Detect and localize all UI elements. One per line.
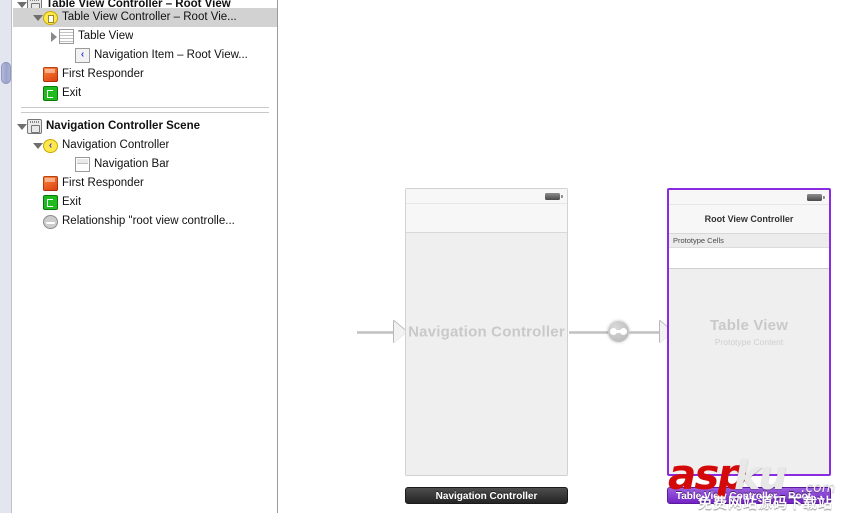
battery-icon: [545, 193, 563, 200]
scene-icon: [27, 0, 42, 8]
outline-row[interactable]: ‹ Navigation Item – Root View...: [13, 46, 277, 65]
disclosure-triangle-icon[interactable]: [16, 0, 27, 8]
disclosure-triangle-icon[interactable]: [32, 8, 43, 27]
view-controller-icon: [43, 10, 58, 25]
navigation-controller-device[interactable]: Navigation Controller: [405, 188, 568, 476]
disclosure-triangle-icon[interactable]: [16, 117, 27, 136]
status-bar: [669, 190, 829, 205]
outline-row[interactable]: Table View Controller – Root Vie...: [13, 8, 277, 27]
outline-row-label: Navigation Item – Root View...: [94, 49, 248, 61]
navigation-controller-placeholder-title: Navigation Controller: [408, 323, 565, 341]
outline-row[interactable]: Table View Controller – Root View: [13, 0, 277, 8]
outline-row[interactable]: First Responder: [13, 174, 277, 193]
outline-scrollbar-track[interactable]: [0, 0, 12, 513]
relationship-badge-dot-right: [620, 328, 627, 335]
entry-point-line: [357, 331, 397, 334]
storyboard-editor-window: Table View Controller – Root View Table V…: [0, 0, 842, 513]
outline-row-label: Navigation Bar: [94, 158, 170, 170]
outline-separator: [21, 112, 269, 113]
relationship-badge-dot-left: [610, 328, 617, 335]
outline-row-label: First Responder: [62, 177, 144, 189]
table-view-placeholder-subtitle: Prototype Content: [714, 337, 784, 347]
outline-scrollbar-thumb[interactable]: [1, 62, 11, 84]
document-outline-list[interactable]: Table View Controller – Root View Table V…: [13, 0, 277, 231]
navigation-controller-placeholder: Navigation Controller: [406, 324, 567, 341]
outline-row-label: Table View Controller – Root View: [46, 0, 231, 8]
relationship-segue-line-left[interactable]: [569, 331, 609, 334]
table-view-controller-device[interactable]: Root View Controller Prototype Cells Tab…: [667, 188, 831, 476]
navigation-bar[interactable]: Root View Controller: [669, 205, 829, 234]
outline-separator: [21, 107, 269, 108]
status-bar: [406, 189, 567, 204]
table-view-icon: [59, 29, 74, 44]
scene-icon: [27, 119, 42, 134]
first-responder-icon: [43, 67, 58, 82]
outline-row-label: Exit: [62, 196, 82, 208]
outline-row[interactable]: Navigation Controller Scene: [13, 117, 277, 136]
outline-row[interactable]: Relationship "root view controlle...: [13, 212, 277, 231]
outline-row[interactable]: Navigation Bar: [13, 155, 277, 174]
exit-icon: [43, 195, 58, 210]
navigation-controller-icon: ‹: [43, 138, 58, 153]
outline-row[interactable]: Exit: [13, 193, 277, 212]
table-view-placeholder: Table View Prototype Content: [669, 317, 829, 347]
outline-row[interactable]: Table View: [13, 27, 277, 46]
outline-row-label: Table View: [78, 30, 134, 42]
outline-row-label: Navigation Controller Scene: [46, 120, 201, 132]
exit-icon: [43, 86, 58, 101]
prototype-cell[interactable]: [669, 248, 829, 269]
disclosure-triangle-icon[interactable]: [32, 136, 43, 155]
relationship-icon: [43, 214, 58, 229]
prototype-cells-header: Prototype Cells: [669, 234, 829, 248]
relationship-segue-line-right[interactable]: [628, 331, 662, 334]
outline-row[interactable]: ‹ Navigation Controller: [13, 136, 277, 155]
document-outline-panel[interactable]: Table View Controller – Root View Table V…: [13, 0, 278, 513]
outline-row[interactable]: Exit: [13, 84, 277, 103]
table-view-controller-scene-plaque[interactable]: Table View Controller – Root ...: [667, 487, 831, 504]
outline-row-label: Navigation Controller: [62, 139, 170, 151]
disclosure-triangle-icon[interactable]: [48, 27, 59, 46]
navigation-item-icon: ‹: [75, 48, 90, 63]
navigation-controller-scene-plaque[interactable]: Navigation Controller: [405, 487, 568, 504]
outline-row-label: Relationship "root view controlle...: [62, 215, 235, 227]
storyboard-canvas[interactable]: Navigation Controller Navigation Control…: [279, 0, 842, 513]
outline-row[interactable]: First Responder: [13, 65, 277, 84]
navigation-bar-icon: [75, 157, 90, 172]
outline-row-label: First Responder: [62, 68, 144, 80]
first-responder-icon: [43, 176, 58, 191]
outline-row-label: Table View Controller – Root Vie...: [62, 11, 237, 23]
navigation-bar[interactable]: [406, 204, 567, 233]
battery-icon: [807, 194, 825, 201]
outline-row-label: Exit: [62, 87, 82, 99]
table-view-placeholder-title: Table View: [709, 317, 789, 334]
relationship-segue-badge[interactable]: [608, 321, 629, 342]
